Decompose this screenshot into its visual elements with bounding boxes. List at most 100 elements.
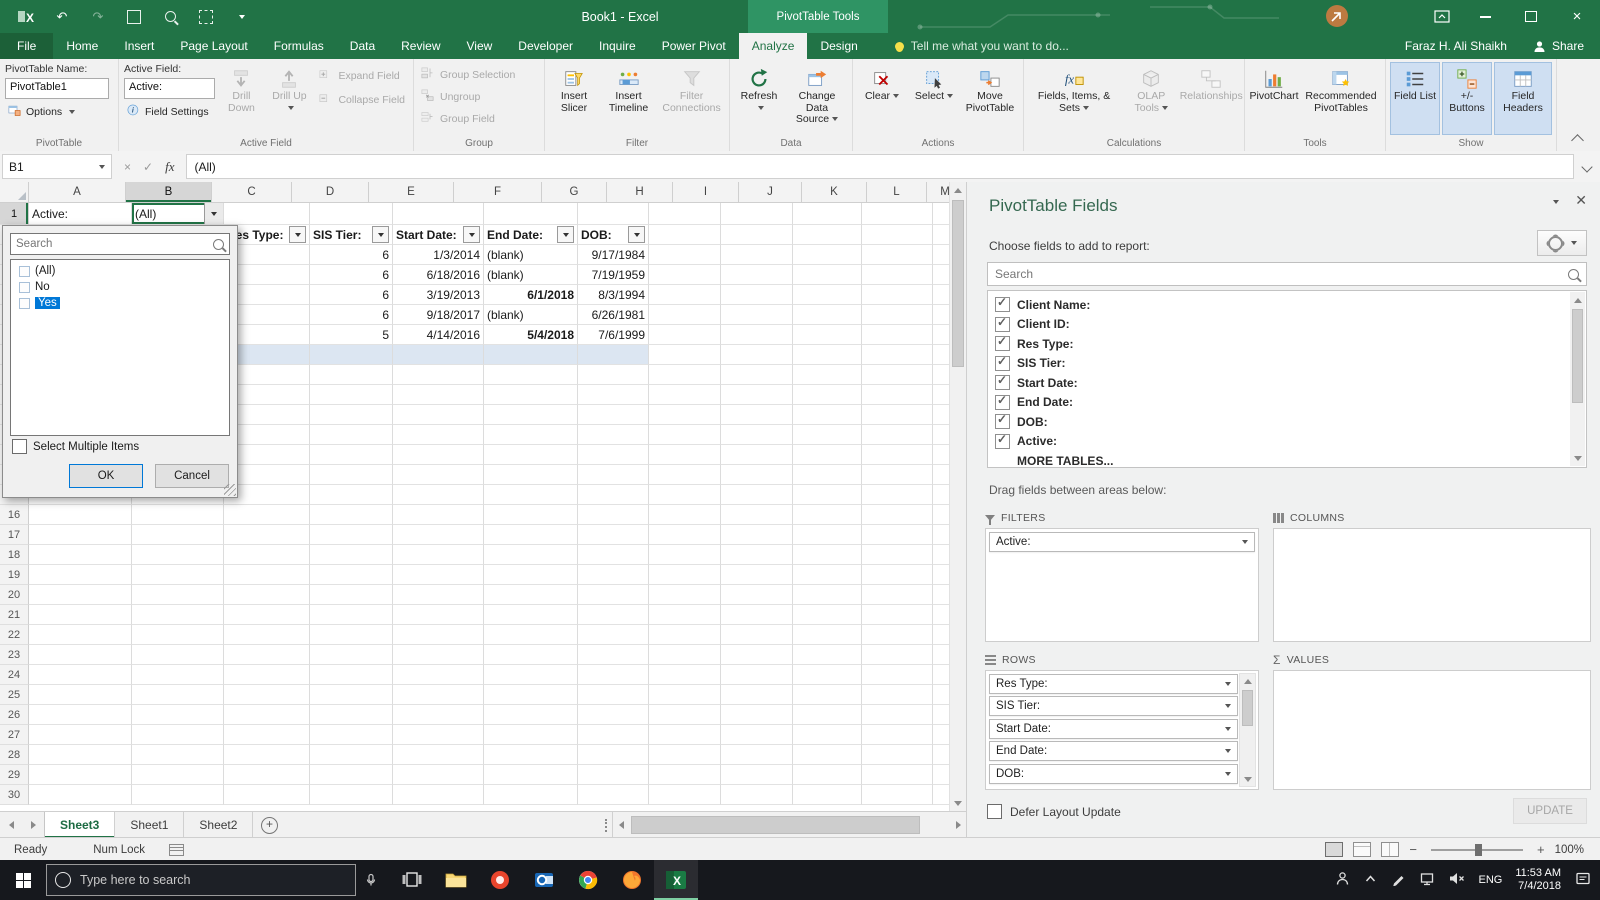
- cell-H18[interactable]: [649, 545, 721, 565]
- cell-H9[interactable]: [649, 365, 721, 385]
- rows-area-scrollbar[interactable]: [1239, 673, 1256, 787]
- cell-I2[interactable]: [721, 225, 793, 245]
- column-header-F[interactable]: F: [454, 182, 542, 203]
- row-header-18[interactable]: 18: [0, 545, 29, 565]
- cell-D18[interactable]: [310, 545, 393, 565]
- cell-B26[interactable]: [132, 705, 224, 725]
- clock[interactable]: 11:53 AM 7/4/2018: [1515, 867, 1561, 893]
- row-header-27[interactable]: 27: [0, 725, 29, 745]
- cell-F22[interactable]: [484, 625, 578, 645]
- cell-I27[interactable]: [721, 725, 793, 745]
- cell-E30[interactable]: [393, 785, 484, 805]
- cell-F8[interactable]: [484, 345, 578, 365]
- cell-G20[interactable]: [578, 585, 649, 605]
- insert-function-icon[interactable]: fx: [165, 159, 174, 175]
- checked-checkbox[interactable]: [995, 315, 1010, 332]
- resize-grip[interactable]: [224, 484, 236, 496]
- field-item-res-type[interactable]: Res Type:: [993, 334, 1586, 354]
- cell-D7[interactable]: 5: [310, 325, 393, 345]
- cell-J11[interactable]: [793, 405, 862, 425]
- defer-layout-checkbox[interactable]: [987, 804, 1002, 819]
- rows-area[interactable]: Res Type: SIS Tier: Start Date: End Date: DO…: [985, 670, 1259, 790]
- filter-item-yes[interactable]: Yes: [11, 295, 229, 311]
- cell-E25[interactable]: [393, 685, 484, 705]
- cell-F29[interactable]: [484, 765, 578, 785]
- cell-I8[interactable]: [721, 345, 793, 365]
- cell-F11[interactable]: [484, 405, 578, 425]
- cell-H19[interactable]: [649, 565, 721, 585]
- cell-E14[interactable]: [393, 465, 484, 485]
- fields-items-sets-button[interactable]: fx Fields, Items, & Sets: [1028, 62, 1120, 135]
- close-button[interactable]: ×: [1554, 0, 1600, 33]
- cell-C18[interactable]: [224, 545, 310, 565]
- cell-I5[interactable]: [721, 285, 793, 305]
- cell-I30[interactable]: [721, 785, 793, 805]
- cell-C21[interactable]: [224, 605, 310, 625]
- tab-splitter-handle[interactable]: [600, 812, 612, 838]
- zoom-slider[interactable]: [1430, 843, 1523, 856]
- cell-D10[interactable]: [310, 385, 393, 405]
- cell-H23[interactable]: [649, 645, 721, 665]
- cell-K2[interactable]: [862, 225, 933, 245]
- cell-H14[interactable]: [649, 465, 721, 485]
- cell-D11[interactable]: [310, 405, 393, 425]
- cell-K11[interactable]: [862, 405, 933, 425]
- rows-scroll-up-icon[interactable]: [1240, 674, 1255, 688]
- field-item-dob[interactable]: DOB:: [993, 412, 1586, 432]
- cell-I6[interactable]: [721, 305, 793, 325]
- cell-I10[interactable]: [721, 385, 793, 405]
- row-header-20[interactable]: 20: [0, 585, 29, 605]
- cell-F2[interactable]: End Date:: [484, 225, 578, 245]
- cell-D29[interactable]: [310, 765, 393, 785]
- minimize-button[interactable]: [1462, 0, 1508, 33]
- cell-H15[interactable]: [649, 485, 721, 505]
- people-icon[interactable]: [1335, 871, 1350, 889]
- cell-B25[interactable]: [132, 685, 224, 705]
- cell-G13[interactable]: [578, 445, 649, 465]
- cell-G19[interactable]: [578, 565, 649, 585]
- microphone-icon[interactable]: [356, 860, 386, 900]
- cell-H10[interactable]: [649, 385, 721, 405]
- cell-H26[interactable]: [649, 705, 721, 725]
- cell-H21[interactable]: [649, 605, 721, 625]
- cell-E15[interactable]: [393, 485, 484, 505]
- row-header-24[interactable]: 24: [0, 665, 29, 685]
- cell-F23[interactable]: [484, 645, 578, 665]
- cell-H25[interactable]: [649, 685, 721, 705]
- cell-D1[interactable]: [310, 203, 393, 225]
- cell-B23[interactable]: [132, 645, 224, 665]
- cell-J5[interactable]: [793, 285, 862, 305]
- cell-F14[interactable]: [484, 465, 578, 485]
- cell-C19[interactable]: [224, 565, 310, 585]
- cell-J3[interactable]: [793, 245, 862, 265]
- cell-H20[interactable]: [649, 585, 721, 605]
- cell-D24[interactable]: [310, 665, 393, 685]
- column-header-H[interactable]: H: [607, 182, 673, 203]
- normal-view-button[interactable]: [1325, 842, 1344, 857]
- cell-G23[interactable]: [578, 645, 649, 665]
- cell-G3[interactable]: 9/17/1984: [578, 245, 649, 265]
- language-indicator[interactable]: ENG: [1478, 874, 1502, 886]
- cell-I15[interactable]: [721, 485, 793, 505]
- row-header-1[interactable]: 1: [0, 203, 29, 225]
- cell-I24[interactable]: [721, 665, 793, 685]
- header-filter-icon[interactable]: [557, 226, 574, 243]
- cell-J10[interactable]: [793, 385, 862, 405]
- cell-J13[interactable]: [793, 445, 862, 465]
- cell-H8[interactable]: [649, 345, 721, 365]
- cell-K23[interactable]: [862, 645, 933, 665]
- cell-G4[interactable]: 7/19/1959: [578, 265, 649, 285]
- undo-icon[interactable]: ↶: [44, 0, 80, 33]
- cell-A28[interactable]: [29, 745, 132, 765]
- qat-tool-icon-1[interactable]: [116, 0, 152, 33]
- field-item-end-date[interactable]: End Date:: [993, 393, 1586, 413]
- column-header-A[interactable]: A: [29, 182, 126, 203]
- cell-B18[interactable]: [132, 545, 224, 565]
- cell-G5[interactable]: 8/3/1994: [578, 285, 649, 305]
- cell-J7[interactable]: [793, 325, 862, 345]
- vertical-scroll-thumb[interactable]: [952, 200, 964, 367]
- outlook-taskbar-icon[interactable]: [522, 860, 566, 900]
- cell-G22[interactable]: [578, 625, 649, 645]
- cell-G18[interactable]: [578, 545, 649, 565]
- cell-H12[interactable]: [649, 425, 721, 445]
